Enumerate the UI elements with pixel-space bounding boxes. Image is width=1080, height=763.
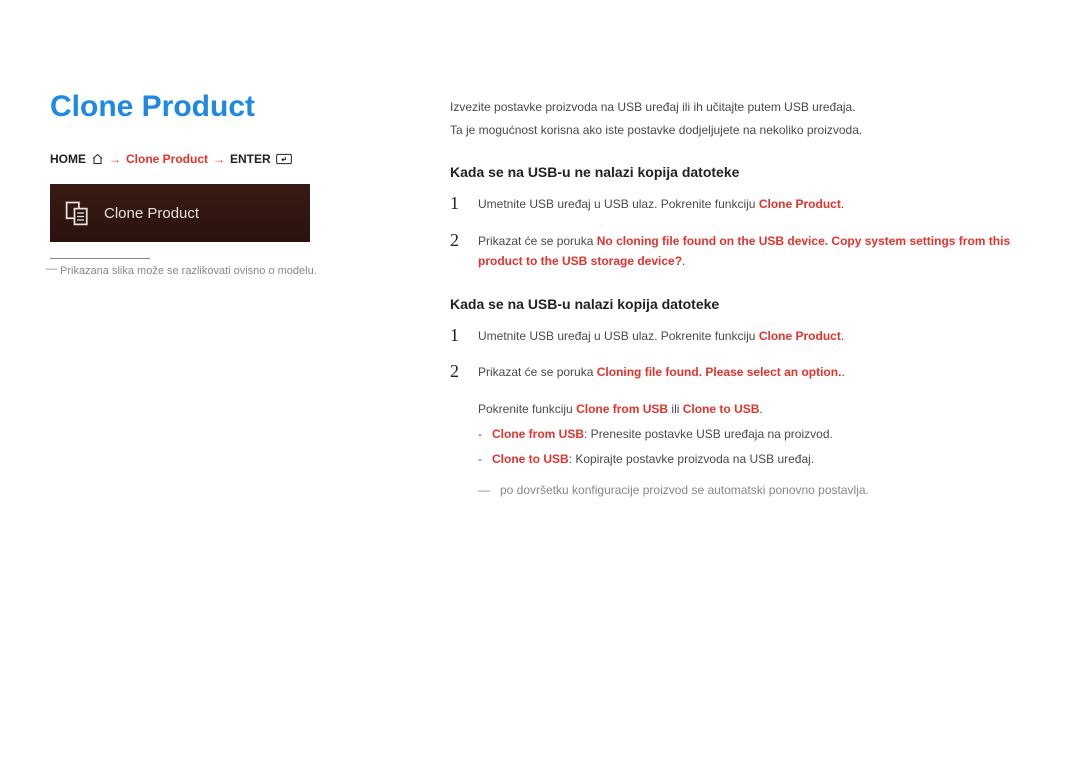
- footnote-rule: [50, 258, 150, 259]
- text: Umetnite USB uređaj u USB ulaz. Pokrenit…: [478, 197, 759, 211]
- clone-from-usb-label: Clone from USB: [576, 402, 668, 416]
- clone-from-usb-label: Clone from USB: [492, 427, 584, 441]
- section2-heading: Kada se na USB-u nalazi kopija datoteke: [450, 296, 1030, 312]
- clone-product-icon: [64, 199, 92, 227]
- text: .: [841, 329, 844, 343]
- left-column: Clone Product HOME → Clone Product → ENT…: [50, 90, 390, 504]
- message-text: Cloning file found. Please select an opt…: [597, 365, 842, 379]
- device-tile: Clone Product: [50, 184, 310, 242]
- home-icon: [91, 153, 104, 165]
- step-number: 1: [450, 326, 464, 346]
- section2-step2: 2 Prikazat će se poruka Cloning file fou…: [450, 362, 1030, 382]
- clone-product-label: Clone Product: [759, 329, 841, 343]
- text: Prikazat će se poruka: [478, 365, 597, 379]
- intro-line-2: Ta je mogućnost korisna ako iste postavk…: [450, 121, 1030, 140]
- text: .: [682, 254, 685, 268]
- breadcrumb: HOME → Clone Product → ENTER: [50, 152, 390, 166]
- step-body: Prikazat će se poruka No cloning file fo…: [478, 231, 1030, 272]
- text: Pokrenite funkciju: [478, 402, 576, 416]
- text: : Kopirajte postavke proizvoda na USB ur…: [569, 452, 814, 466]
- step-body: Umetnite USB uređaj u USB ulaz. Pokrenit…: [478, 194, 1030, 214]
- text: ili: [668, 402, 683, 416]
- text: : Prenesite postavke USB uređaja na proi…: [584, 427, 833, 441]
- step-number: 1: [450, 194, 464, 214]
- breadcrumb-enter: ENTER: [230, 152, 271, 166]
- text: Prikazat će se poruka: [478, 234, 597, 248]
- section1-step1: 1 Umetnite USB uređaj u USB ulaz. Pokren…: [450, 194, 1030, 214]
- page: Clone Product HOME → Clone Product → ENT…: [50, 90, 1030, 504]
- step-number: 2: [450, 231, 464, 272]
- enter-icon: [276, 153, 292, 165]
- step-body: Umetnite USB uređaj u USB ulaz. Pokrenit…: [478, 326, 1030, 346]
- step-number: 2: [450, 362, 464, 382]
- breadcrumb-item: Clone Product: [126, 152, 208, 166]
- text: Umetnite USB uređaj u USB ulaz. Pokrenit…: [478, 329, 759, 343]
- breadcrumb-arrow-2: →: [213, 152, 225, 166]
- text: .: [841, 197, 844, 211]
- intro-line-1: Izvezite postavke proizvoda na USB uređa…: [450, 98, 1030, 117]
- text: .: [841, 365, 844, 379]
- breadcrumb-home: HOME: [50, 152, 86, 166]
- section2-step1: 1 Umetnite USB uređaj u USB ulaz. Pokren…: [450, 326, 1030, 346]
- section1-step2: 2 Prikazat će se poruka No cloning file …: [450, 231, 1030, 272]
- right-column: Izvezite postavke proizvoda na USB uređa…: [450, 90, 1030, 504]
- text: .: [759, 402, 762, 416]
- page-title: Clone Product: [50, 90, 390, 124]
- option2-line: Clone to USB: Kopirajte postavke proizvo…: [478, 448, 1030, 471]
- tile-label: Clone Product: [104, 205, 199, 222]
- clone-product-label: Clone Product: [759, 197, 841, 211]
- option1-line: Clone from USB: Prenesite postavke USB u…: [478, 423, 1030, 446]
- clone-to-usb-label: Clone to USB: [492, 452, 569, 466]
- final-note: po dovršetku konfiguracije proizvod se a…: [478, 479, 1030, 502]
- clone-to-usb-label: Clone to USB: [683, 402, 760, 416]
- run-instruction: Pokrenite funkciju Clone from USB ili Cl…: [478, 398, 1030, 421]
- step-body: Prikazat će se poruka Cloning file found…: [478, 362, 1030, 382]
- left-footnote: Prikazana slika može se razlikovati ovis…: [50, 265, 390, 277]
- section1-heading: Kada se na USB-u ne nalazi kopija datote…: [450, 164, 1030, 180]
- breadcrumb-arrow-1: →: [109, 152, 121, 166]
